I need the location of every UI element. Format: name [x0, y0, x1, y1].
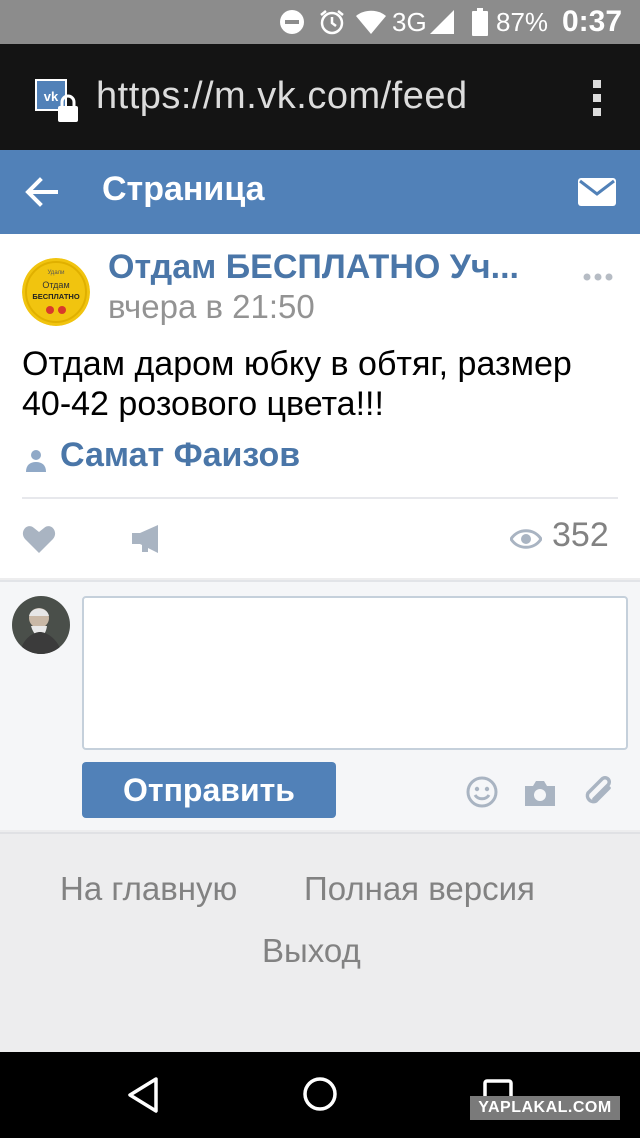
footer-link-logout[interactable]: Выход	[262, 932, 361, 970]
status-bar: 3G 87% 0:37	[0, 0, 640, 44]
post-signer-link[interactable]: Самат Фаизов	[60, 436, 300, 475]
smile-icon[interactable]	[466, 776, 498, 808]
post-author-link[interactable]: Отдам БЕСПЛАТНО Уч...	[108, 248, 558, 287]
nav-home-icon[interactable]	[302, 1076, 338, 1112]
mail-icon[interactable]	[578, 176, 616, 208]
comment-input[interactable]	[82, 596, 628, 750]
clock: 0:37	[562, 5, 623, 38]
avatar-text-1: Отдам	[42, 280, 69, 290]
network-type: 3G	[392, 6, 427, 37]
url-field[interactable]: https://m.vk.com/feed	[96, 75, 468, 118]
send-button[interactable]: Отправить	[82, 762, 336, 818]
avatar-text-top: Удали	[47, 270, 64, 276]
page-footer: На главную Полная версия Выход	[0, 832, 640, 1052]
android-nav-bar	[0, 1052, 640, 1138]
user-icon	[24, 448, 48, 472]
post-timestamp[interactable]: вчера в 21:50	[108, 288, 315, 326]
views-icon	[509, 527, 543, 551]
overflow-menu-icon[interactable]	[586, 78, 608, 118]
vk-secure-site-icon[interactable]: vk	[34, 78, 82, 126]
divider	[22, 497, 618, 499]
signal-icon	[430, 0, 456, 44]
footer-link-home[interactable]: На главную	[60, 870, 237, 908]
comment-form: Отправить	[0, 580, 640, 830]
page-header: Страница	[0, 150, 640, 234]
post-text: Отдам даром юбку в обтяг, размер 40-42 р…	[22, 345, 572, 423]
battery-percent: 87%	[496, 6, 549, 37]
page-title: Страница	[102, 170, 265, 208]
svg-text:vk: vk	[44, 89, 59, 104]
group-avatar[interactable]: Удали Отдам БЕСПЛАТНО	[22, 258, 90, 326]
camera-icon[interactable]	[523, 778, 557, 808]
footer-link-full-version[interactable]: Полная версия	[304, 870, 535, 908]
back-arrow-icon[interactable]	[20, 172, 64, 212]
alarm-icon	[318, 0, 348, 44]
do-not-disturb-icon	[279, 0, 307, 44]
like-icon[interactable]	[22, 524, 56, 554]
attach-icon[interactable]	[582, 774, 616, 810]
avatar-text-2: БЕСПЛАТНО	[32, 292, 80, 301]
current-user-avatar[interactable]	[12, 596, 70, 654]
battery-icon	[472, 0, 488, 44]
share-icon[interactable]	[130, 524, 164, 554]
views-count: 352	[552, 516, 609, 554]
more-icon[interactable]	[582, 270, 614, 282]
nav-back-icon[interactable]	[126, 1076, 160, 1114]
feed-post: Удали Отдам БЕСПЛАТНО Отдам БЕСПЛАТНО Уч…	[0, 234, 640, 578]
wifi-icon	[355, 0, 389, 44]
watermark: YAPLAKAL.COM	[470, 1096, 620, 1120]
